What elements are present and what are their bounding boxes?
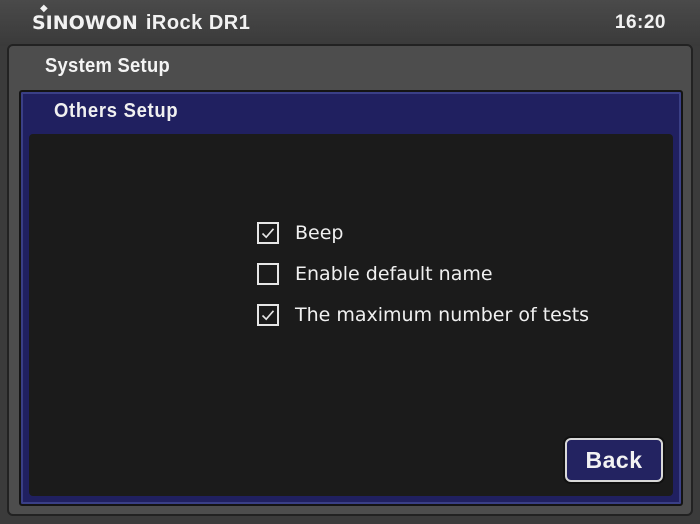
back-button-label: Back [585,446,643,473]
window-title: System Setup [45,55,171,77]
panel-title: Others Setup [54,100,179,122]
system-setup-window: System Setup Others Setup Beep Enable de… [7,44,693,516]
option-enable-default-name[interactable]: Enable default name [257,263,493,285]
brand: ◆ SINOWON iRock DR1 [32,3,251,38]
logo-mark-icon: ◆ [40,3,48,14]
panel-body: Beep Enable default name The maximum num… [29,134,673,496]
screen: ◆ SINOWON iRock DR1 16:20 System Setup O… [0,0,700,524]
model-name: iRock DR1 [145,11,251,34]
option-label: Beep [295,222,344,244]
brand-name: SINOWON [32,12,138,34]
status-bar: ◆ SINOWON iRock DR1 16:20 [0,0,700,46]
max-tests-checkbox[interactable] [257,304,279,326]
option-label: The maximum number of tests [295,304,590,326]
option-label: Enable default name [295,263,493,285]
others-setup-panel: Others Setup Beep Enable default name Th… [19,90,683,506]
check-icon [261,310,275,321]
back-button[interactable]: Back [565,438,663,482]
beep-checkbox[interactable] [257,222,279,244]
option-max-tests[interactable]: The maximum number of tests [257,304,589,326]
sinowon-logo: ◆ SINOWON [32,3,138,34]
enable-default-name-checkbox[interactable] [257,263,279,285]
clock: 16:20 [614,12,666,33]
option-beep[interactable]: Beep [257,222,343,244]
check-icon [261,228,275,239]
